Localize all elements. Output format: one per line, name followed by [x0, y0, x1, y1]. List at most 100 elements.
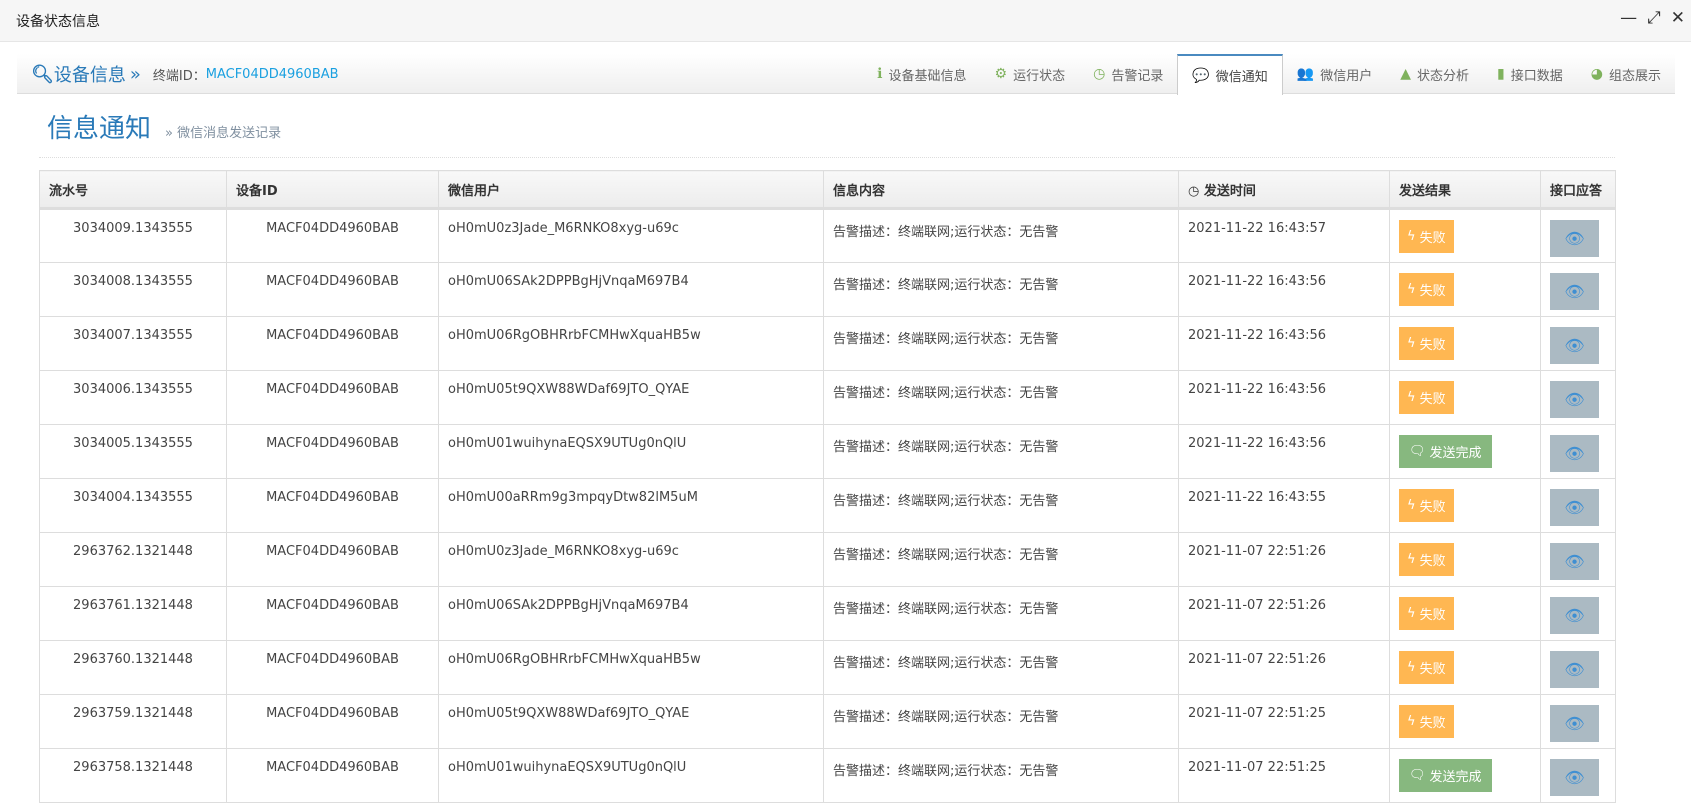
window-titlebar: 设备状态信息 — ⤢ ✕ — [0, 0, 1691, 42]
wechat-user-cell: oH0mU00aRRm9g3mpqyDtw82lM5uM — [438, 478, 824, 533]
status-badge: 🗨︎ 发送完成 — [1399, 759, 1492, 792]
view-response-button[interactable]: 👁︎ — [1550, 759, 1599, 796]
wechat-user-cell: oH0mU06RgOBHRrbFCMHwXquaHB5w — [438, 316, 824, 371]
page-heading: 信息通知 » 微信消息发送记录 — [47, 108, 281, 145]
column-label: 设备ID — [236, 183, 278, 199]
view-response-button[interactable]: 👁︎ — [1550, 273, 1599, 310]
tab-clock[interactable]: ◷ 告警记录 — [1079, 54, 1177, 94]
tab-dashboard[interactable]: ◕ 组态展示 — [1577, 54, 1675, 94]
response-cell: 👁︎ — [1540, 532, 1616, 587]
bolt-icon: ϟ — [1407, 390, 1416, 405]
device-id-cell: MACF04DD4960BAB — [226, 586, 439, 641]
response-cell: 👁︎ — [1540, 694, 1616, 749]
time-cell: 2021-11-07 22:51:25 — [1178, 748, 1390, 803]
time-cell: 2021-11-22 16:43:56 — [1178, 316, 1390, 371]
serial-cell: 2963759.1321448 — [39, 694, 227, 749]
eye-icon: 👁︎ — [1564, 552, 1585, 571]
table-row: 2963759.1321448 MACF04DD4960BAB oH0mU05t… — [39, 694, 1616, 749]
serial-cell: 3034004.1343555 — [39, 478, 227, 533]
view-response-button[interactable]: 👁︎ — [1550, 597, 1599, 634]
status-badge: ϟ 失败 — [1399, 327, 1454, 360]
view-response-button[interactable]: 👁︎ — [1550, 489, 1599, 526]
content-cell: 告警描述：终端联网;运行状态：无告警 — [823, 694, 1179, 749]
page-subtitle: » 微信消息发送记录 — [165, 126, 282, 141]
content-cell: 告警描述：终端联网;运行状态：无告警 — [823, 208, 1179, 263]
tab-label: 微信用户 — [1320, 68, 1373, 84]
time-cell: 2021-11-07 22:51:25 — [1178, 694, 1390, 749]
response-cell: 👁︎ — [1540, 262, 1616, 317]
wechat-user-cell: oH0mU01wuihynaEQSX9UTUg0nQlU — [438, 748, 824, 803]
breadcrumb: 🔍︎ 设备信息 » 终端ID： MACF04DD4960BAB — [31, 61, 339, 87]
eye-icon: 👁︎ — [1564, 498, 1585, 517]
column-header: 设备ID — [226, 170, 439, 210]
time-cell: 2021-11-22 16:43:56 — [1178, 370, 1390, 425]
maximize-icon[interactable]: ⤢ — [1647, 8, 1661, 28]
time-cell: 2021-11-22 16:43:55 — [1178, 478, 1390, 533]
content-cell: 告警描述：终端联网;运行状态：无告警 — [823, 370, 1179, 425]
view-response-button[interactable]: 👁︎ — [1550, 220, 1599, 257]
tab-label: 状态分析 — [1417, 68, 1470, 84]
comment-icon: 🗨︎ — [1409, 444, 1426, 459]
wechat-user-cell: oH0mU05t9QXW88WDaf69JTO_QYAE — [438, 370, 824, 425]
tab-label: 运行状态 — [1013, 68, 1066, 84]
time-cell: 2021-11-07 22:51:26 — [1178, 532, 1390, 587]
clock-icon: ◷ — [1188, 183, 1204, 199]
column-header: 微信用户 — [438, 170, 824, 210]
result-cell: ϟ 失败 — [1389, 316, 1541, 371]
terminal-id: MACF04DD4960BAB — [205, 66, 339, 82]
wechat-user-cell: oH0mU01wuihynaEQSX9UTUg0nQlU — [438, 424, 824, 479]
minimize-icon[interactable]: — — [1620, 8, 1637, 28]
table-row: 3034006.1343555 MACF04DD4960BAB oH0mU05t… — [39, 370, 1616, 425]
time-cell: 2021-11-07 22:51:26 — [1178, 586, 1390, 641]
eye-icon: 👁︎ — [1564, 714, 1585, 733]
tab-bar: ℹ 设备基础信息 ⚙ 运行状态 ◷ 告警记录 💬 微信通知 👥 微信用户 ▲ 状态分析 ▮ 接口数据 ◕ 组态… — [863, 54, 1675, 95]
tab-label: 告警记录 — [1111, 68, 1164, 84]
header-title: 设备信息 — [53, 65, 126, 86]
device-id-cell: MACF04DD4960BAB — [226, 370, 439, 425]
result-cell: ϟ 失败 — [1389, 262, 1541, 317]
tab-info[interactable]: ℹ 设备基础信息 — [863, 54, 980, 94]
column-header: 发送结果 — [1389, 170, 1541, 210]
serial-cell: 2963758.1321448 — [39, 748, 227, 803]
serial-cell: 2963760.1321448 — [39, 640, 227, 695]
content-cell: 告警描述：终端联网;运行状态：无告警 — [823, 424, 1179, 479]
status-badge: ϟ 失败 — [1399, 543, 1454, 576]
wechat-user-cell: oH0mU05t9QXW88WDaf69JTO_QYAE — [438, 694, 824, 749]
serial-cell: 2963762.1321448 — [39, 532, 227, 587]
tab-label: 接口数据 — [1510, 68, 1563, 84]
bolt-icon: ϟ — [1407, 282, 1416, 297]
time-cell: 2021-11-07 22:51:26 — [1178, 640, 1390, 695]
view-response-button[interactable]: 👁︎ — [1550, 327, 1599, 364]
result-cell: 🗨︎ 发送完成 — [1389, 424, 1541, 479]
column-label: 微信用户 — [448, 183, 501, 199]
tab-wechat[interactable]: 💬 微信通知 — [1177, 54, 1283, 95]
tab-users[interactable]: 👥 微信用户 — [1283, 54, 1386, 94]
content-cell: 告警描述：终端联网;运行状态：无告警 — [823, 478, 1179, 533]
response-cell: 👁︎ — [1540, 748, 1616, 803]
column-label: 接口应答 — [1550, 183, 1603, 199]
time-cell: 2021-11-22 16:43:56 — [1178, 424, 1390, 479]
view-response-button[interactable]: 👁︎ — [1550, 543, 1599, 580]
tab-gears[interactable]: ⚙ 运行状态 — [981, 54, 1080, 94]
users-icon: 👥 — [1296, 66, 1315, 82]
result-cell: ϟ 失败 — [1389, 478, 1541, 533]
clock-icon: ◷ — [1093, 66, 1106, 82]
bolt-icon: ϟ — [1407, 606, 1416, 621]
content-cell: 告警描述：终端联网;运行状态：无告警 — [823, 262, 1179, 317]
close-icon[interactable]: ✕ — [1671, 8, 1685, 28]
tab-folder[interactable]: ▮ 接口数据 — [1483, 54, 1577, 94]
status-badge: ϟ 失败 — [1399, 489, 1454, 522]
wechat-icon: 💬 — [1192, 67, 1210, 84]
view-response-button[interactable]: 👁︎ — [1550, 435, 1599, 472]
view-response-button[interactable]: 👁︎ — [1550, 381, 1599, 418]
table-row: 3034007.1343555 MACF04DD4960BAB oH0mU06R… — [39, 316, 1616, 371]
column-label: 流水号 — [49, 183, 89, 199]
view-response-button[interactable]: 👁︎ — [1550, 705, 1599, 742]
bolt-icon: ϟ — [1407, 714, 1416, 729]
folder-icon: ▮ — [1497, 66, 1505, 82]
eye-icon: 👁︎ — [1564, 390, 1585, 409]
serial-cell: 3034009.1343555 — [39, 208, 227, 263]
device-id-cell: MACF04DD4960BAB — [226, 640, 439, 695]
tab-warning[interactable]: ▲ 状态分析 — [1386, 54, 1483, 94]
view-response-button[interactable]: 👁︎ — [1550, 651, 1599, 688]
